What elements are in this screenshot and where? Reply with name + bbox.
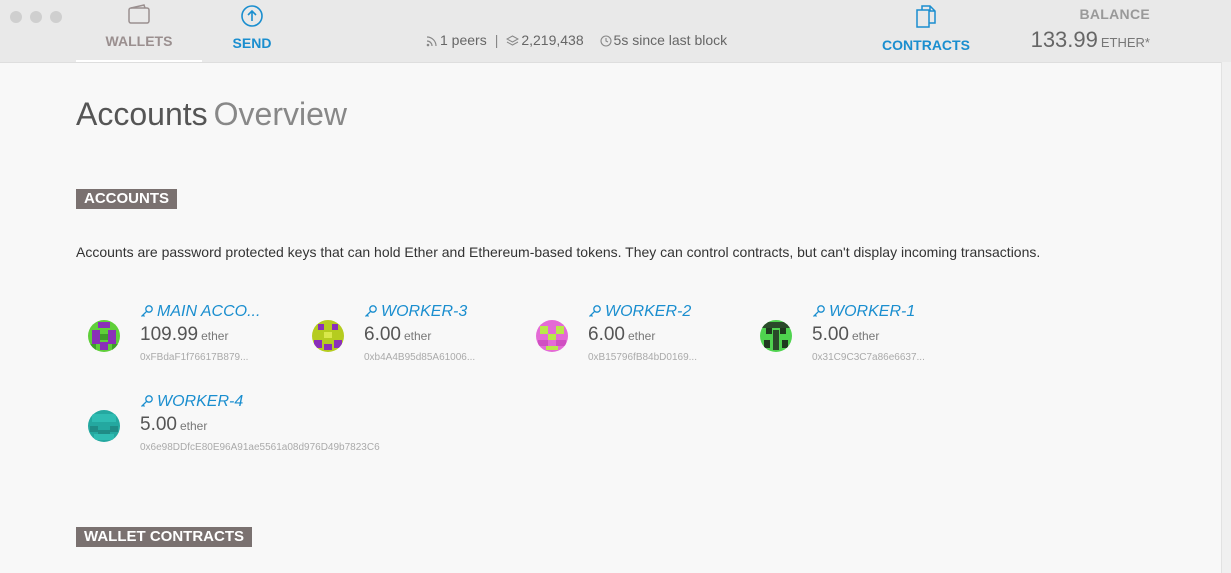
identicon-avatar <box>88 320 120 352</box>
account-name[interactable]: WORKER-3 <box>364 303 467 321</box>
identicon-avatar <box>88 410 120 442</box>
key-icon <box>141 305 153 317</box>
identicon-avatar <box>760 320 792 352</box>
account-name-text: WORKER-4 <box>157 393 244 410</box>
wallet-icon <box>76 4 202 29</box>
network-status: 1 peers | 2,219,438 5s since last block <box>426 32 727 48</box>
top-bar: WALLETS SEND 1 peers | 2,219,438 5s since … <box>0 0 1231 63</box>
key-icon <box>813 305 825 317</box>
identicon-avatar <box>312 320 344 352</box>
account-item[interactable]: WORKER-2 6.00 ether 0xB15796fB84bD0169... <box>524 300 734 370</box>
balance-unit: ETHER* <box>1100 35 1150 50</box>
account-amount: 6.00 <box>364 324 401 345</box>
account-balance: 5.00 ether <box>140 414 207 436</box>
blocks-icon <box>506 35 520 46</box>
key-icon <box>141 395 153 407</box>
account-address: 0xB15796fB84bD0169... <box>588 352 697 363</box>
account-item[interactable]: WORKER-1 5.00 ether 0x31C9C3C7a86e6637... <box>748 300 958 370</box>
documents-icon <box>876 4 976 33</box>
account-name-text: WORKER-3 <box>381 303 468 320</box>
last-block-time: 5s since last block <box>613 32 728 48</box>
balance-label: BALANCE <box>1079 6 1150 22</box>
block-number: 2,219,438 <box>521 32 584 48</box>
account-name[interactable]: WORKER-2 <box>588 303 691 321</box>
status-separator: | <box>494 32 499 48</box>
key-icon <box>365 305 377 317</box>
window-zoom-button[interactable] <box>50 11 62 23</box>
account-unit: ether <box>627 329 656 343</box>
account-item[interactable]: WORKER-4 5.00 ether 0x6e98DDfcE80E96A91ae… <box>76 390 436 460</box>
nav-contracts-label: CONTRACTS <box>882 37 970 53</box>
account-unit: ether <box>403 329 432 343</box>
account-item[interactable]: MAIN ACCO... 109.99 ether 0xFBdaF1f76617B… <box>76 300 286 370</box>
account-address: 0x6e98DDfcE80E96A91ae5561a08d976D49b7823… <box>140 442 380 453</box>
peers-count: 1 peers <box>440 32 487 48</box>
identicon-avatar <box>536 320 568 352</box>
page-title-light: Overview <box>213 96 347 132</box>
page-title: Accounts Overview <box>76 96 347 133</box>
peers-icon <box>426 36 437 47</box>
account-balance: 6.00 ether <box>364 324 431 346</box>
arrow-up-circle-icon <box>214 4 290 31</box>
account-name[interactable]: MAIN ACCO... <box>140 303 260 321</box>
account-balance: 109.99 ether <box>140 324 228 346</box>
account-name-text: MAIN ACCO... <box>157 303 261 320</box>
account-name[interactable]: WORKER-4 <box>140 393 243 411</box>
window-close-button[interactable] <box>10 11 22 23</box>
wallet-contracts-section-heading: WALLET CONTRACTS <box>76 527 252 547</box>
account-unit: ether <box>179 419 208 433</box>
account-unit: ether <box>851 329 880 343</box>
account-amount: 109.99 <box>140 324 199 345</box>
account-name-text: WORKER-2 <box>605 303 692 320</box>
account-item[interactable]: WORKER-3 6.00 ether 0xb4A4B95d85A61006... <box>300 300 510 370</box>
account-unit: ether <box>201 329 229 343</box>
nav-wallets-tab[interactable]: WALLETS <box>76 4 202 62</box>
account-address: 0x31C9C3C7a86e6637... <box>812 352 925 363</box>
account-amount: 5.00 <box>812 324 849 345</box>
account-amount: 5.00 <box>140 414 177 435</box>
account-balance: 5.00 ether <box>812 324 879 346</box>
vertical-scrollbar[interactable] <box>1221 62 1231 573</box>
nav-send-tab[interactable]: SEND <box>214 4 290 51</box>
account-address: 0xb4A4B95d85A61006... <box>364 352 476 363</box>
accounts-description: Accounts are password protected keys tha… <box>76 244 1041 260</box>
account-balance: 6.00 ether <box>588 324 655 346</box>
accounts-section-heading: ACCOUNTS <box>76 189 177 209</box>
clock-icon <box>599 35 612 47</box>
total-balance: 133.99 ETHER* <box>1031 27 1150 53</box>
balance-amount: 133.99 <box>1030 27 1098 52</box>
nav-send-label: SEND <box>232 35 272 51</box>
nav-wallets-label: WALLETS <box>105 33 173 49</box>
window-minimize-button[interactable] <box>30 11 42 23</box>
account-name[interactable]: WORKER-1 <box>812 303 915 321</box>
nav-contracts-tab[interactable]: CONTRACTS <box>876 4 976 53</box>
page-title-strong: Accounts <box>76 96 208 132</box>
account-address: 0xFBdaF1f76617B879... <box>140 352 249 363</box>
account-name-text: WORKER-1 <box>829 303 916 320</box>
account-amount: 6.00 <box>588 324 625 345</box>
key-icon <box>589 305 601 317</box>
